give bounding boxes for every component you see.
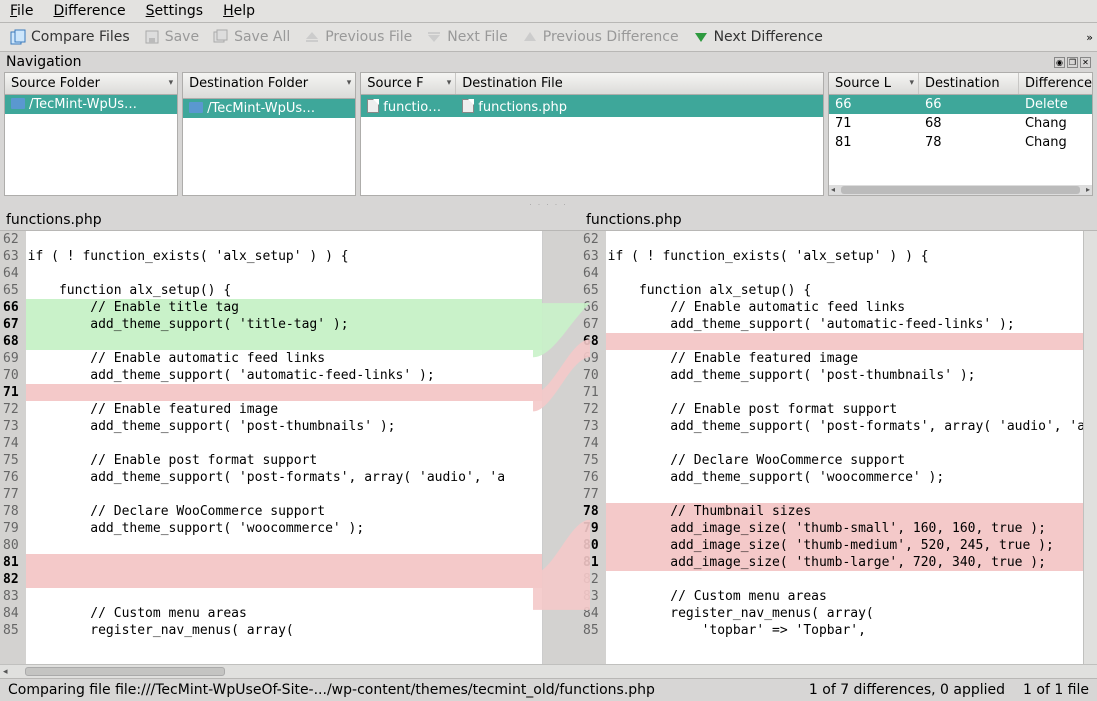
save-all-button: Save All [213, 29, 290, 45]
compare-label: Compare Files [31, 29, 130, 45]
source-line-header[interactable]: Source L▾ [829, 73, 919, 94]
dest-folder-row[interactable]: /TecMint-WpUs… [183, 99, 355, 118]
file-icon [462, 99, 474, 113]
vertical-scrollbar[interactable] [1083, 231, 1097, 664]
file-icon [367, 99, 379, 113]
toolbar-overflow-icon[interactable]: » [1086, 31, 1093, 44]
statusbar: Comparing file file:///TecMint-WpUseOf-S… [0, 678, 1097, 701]
diff-row[interactable]: 7168Chang [829, 114, 1092, 133]
panel-window-buttons: ◉ ❐ ✕ [1054, 57, 1091, 68]
editor-headers: functions.php functions.php [0, 210, 1097, 230]
status-files: 1 of 1 file [1023, 682, 1089, 698]
folder-icon [189, 102, 203, 113]
source-folder-row[interactable]: /TecMint-WpUs… [5, 95, 177, 114]
source-file-header[interactable]: Source F▾ [361, 73, 456, 94]
prev-diff-button: Previous Difference [522, 29, 679, 45]
next-diff-label: Next Difference [714, 29, 823, 45]
diff-rows: 6666Delete7168Chang8178Chang [829, 95, 1092, 185]
sort-icon: ▾ [169, 78, 174, 88]
diff-connector [543, 231, 580, 664]
save-all-label: Save All [234, 29, 290, 45]
code-area: 6263646566676869707172737475767778798081… [0, 230, 1097, 664]
prev-file-icon [304, 29, 320, 45]
splitter-handle[interactable]: · · · · · [0, 200, 1097, 210]
left-editor[interactable]: 6263646566676869707172737475767778798081… [0, 231, 543, 664]
next-file-icon [426, 29, 442, 45]
prev-diff-label: Previous Difference [543, 29, 679, 45]
compare-files-button[interactable]: Compare Files [10, 29, 130, 45]
prev-diff-icon [522, 29, 538, 45]
dest-line-header[interactable]: Destination [919, 73, 1019, 94]
menu-settings[interactable]: Settings [146, 3, 203, 19]
menu-help[interactable]: Help [223, 3, 255, 19]
nav-header: Navigation ◉ ❐ ✕ [0, 52, 1097, 72]
panel-config-icon[interactable]: ◉ [1054, 57, 1065, 68]
menu-file[interactable]: FFileile [10, 3, 33, 19]
right-editor-title: functions.php [580, 210, 1097, 230]
nav-panels: Source Folder▾ /TecMint-WpUs… Destinatio… [0, 72, 1097, 200]
save-all-icon [213, 29, 229, 45]
status-message: Comparing file file:///TecMint-WpUseOf-S… [8, 682, 655, 698]
next-diff-icon [693, 29, 709, 45]
status-diffs: 1 of 7 differences, 0 applied [809, 682, 1005, 698]
save-button: Save [144, 29, 199, 45]
save-label: Save [165, 29, 199, 45]
sort-icon: ▾ [347, 78, 352, 88]
menu-difference[interactable]: Difference [53, 3, 125, 19]
dest-folder-panel: Destination Folder▾ /TecMint-WpUs… [182, 72, 356, 196]
next-file-label: Next File [447, 29, 508, 45]
diff-type-header[interactable]: Difference [1019, 73, 1097, 94]
folder-icon [11, 98, 25, 109]
diff-list-panel: Source L▾ Destination Difference 6666Del… [828, 72, 1093, 196]
diff-panel-hscroll[interactable]: ◂▸ [829, 185, 1092, 195]
nav-title: Navigation [6, 54, 82, 70]
right-editor[interactable]: 6263646566676869707172737475767778798081… [580, 231, 1083, 664]
menubar: FFileile Difference Settings Help [0, 0, 1097, 23]
dest-file-header[interactable]: Destination File [456, 73, 823, 94]
diff-row[interactable]: 6666Delete [829, 95, 1092, 114]
next-diff-button[interactable]: Next Difference [693, 29, 823, 45]
horizontal-scrollbar[interactable]: ◂ [0, 664, 1097, 678]
source-folder-panel: Source Folder▾ /TecMint-WpUs… [4, 72, 178, 196]
next-file-button: Next File [426, 29, 508, 45]
compare-icon [10, 29, 26, 45]
toolbar: Compare Files Save Save All Previous Fil… [0, 23, 1097, 52]
file-row[interactable]: functio… functions.php [361, 95, 823, 117]
file-panel: Source F▾ Destination File functio… func… [360, 72, 824, 196]
save-icon [144, 29, 160, 45]
diff-row[interactable]: 8178Chang [829, 133, 1092, 152]
source-folder-header[interactable]: Source Folder▾ [5, 73, 177, 94]
left-editor-title: functions.php [0, 210, 580, 230]
sort-icon: ▾ [909, 78, 914, 88]
prev-file-label: Previous File [325, 29, 412, 45]
panel-close-icon[interactable]: ✕ [1080, 57, 1091, 68]
sort-icon: ▾ [447, 78, 452, 88]
dest-folder-header[interactable]: Destination Folder▾ [183, 73, 355, 98]
panel-detach-icon[interactable]: ❐ [1067, 57, 1078, 68]
prev-file-button: Previous File [304, 29, 412, 45]
